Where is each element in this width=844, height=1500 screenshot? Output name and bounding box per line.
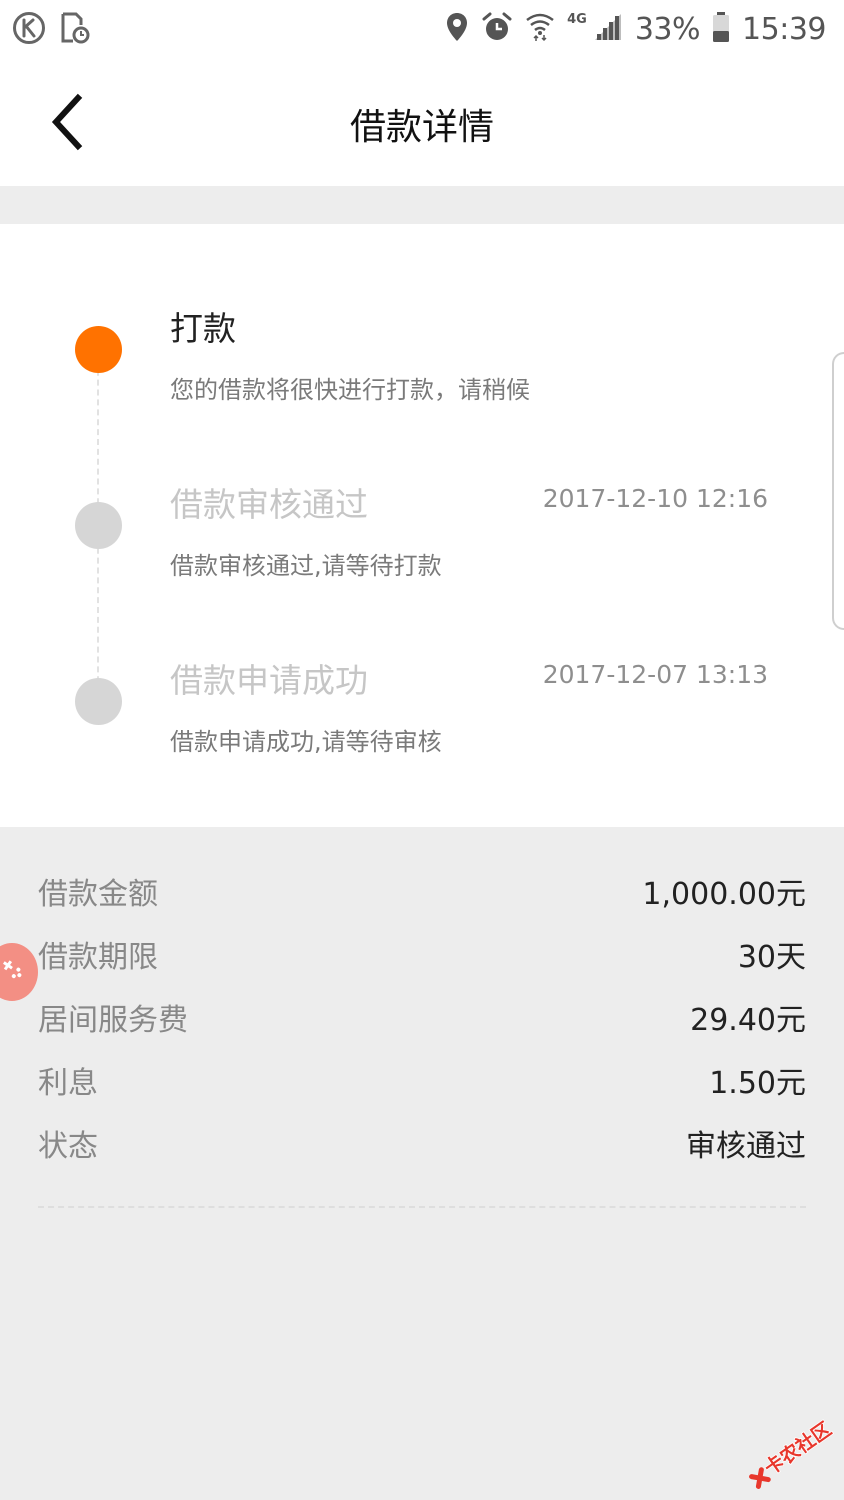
step-title: 借款审核通过 <box>170 485 368 524</box>
detail-value: 29.40元 <box>690 1003 806 1038</box>
edge-panel-handle[interactable] <box>832 352 844 630</box>
detail-label: 借款金额 <box>38 877 158 912</box>
alarm-icon <box>481 11 513 47</box>
detail-label: 利息 <box>38 1066 98 1101</box>
status-time: 15:39 <box>742 11 826 47</box>
battery-icon <box>712 11 730 47</box>
timeline-dot <box>75 502 122 549</box>
timeline-card: 打款 您的借款将很快进行打款，请稍候 借款审核通过 2017-12-10 12:… <box>0 224 844 827</box>
watermark-logo: 卡农社区 <box>738 1400 838 1490</box>
timeline-dot <box>75 678 122 725</box>
network-type: 4G <box>567 12 587 27</box>
wifi-icon <box>525 11 555 47</box>
step-title: 借款申请成功 <box>170 661 368 700</box>
header-divider <box>0 186 844 224</box>
battery-percent: 33% <box>634 11 701 47</box>
detail-row-interest: 利息 1.50元 <box>38 1058 806 1102</box>
details-divider <box>38 1206 806 1208</box>
step-description: 借款申请成功,请等待审核 <box>170 728 442 756</box>
signal-icon <box>593 12 623 46</box>
location-icon <box>445 11 469 47</box>
step-title: 打款 <box>170 309 236 348</box>
detail-value: 1.50元 <box>709 1066 806 1101</box>
detail-label: 居间服务费 <box>38 1003 188 1038</box>
detail-label: 借款期限 <box>38 940 158 975</box>
step-description: 借款审核通过,请等待打款 <box>170 552 442 580</box>
detail-label: 状态 <box>38 1129 98 1164</box>
k-circle-icon <box>12 11 46 49</box>
file-clock-icon <box>60 11 90 49</box>
step-time: 2017-12-07 13:13 <box>542 660 768 689</box>
detail-row-amount: 借款金额 1,000.00元 <box>38 869 806 913</box>
detail-row-service-fee: 居间服务费 29.40元 <box>38 995 806 1039</box>
detail-row-status: 状态 审核通过 <box>38 1121 806 1165</box>
step-time: 2017-12-10 12:16 <box>542 484 768 513</box>
detail-value: 30天 <box>737 940 806 975</box>
detail-value: 1,000.00元 <box>642 877 806 912</box>
detail-value: 审核通过 <box>686 1129 806 1164</box>
floating-game-button[interactable] <box>0 943 38 1001</box>
header: 借款详情 <box>0 58 844 186</box>
page-title: 借款详情 <box>349 107 494 148</box>
svg-text:卡农社区: 卡农社区 <box>760 1417 835 1479</box>
detail-row-term: 借款期限 30天 <box>38 932 806 976</box>
gamepad-icon <box>0 955 27 989</box>
timeline-dot-active <box>75 326 122 373</box>
status-bar: 4G 33% 15:39 <box>0 0 844 58</box>
step-description: 您的借款将很快进行打款，请稍候 <box>170 376 530 404</box>
